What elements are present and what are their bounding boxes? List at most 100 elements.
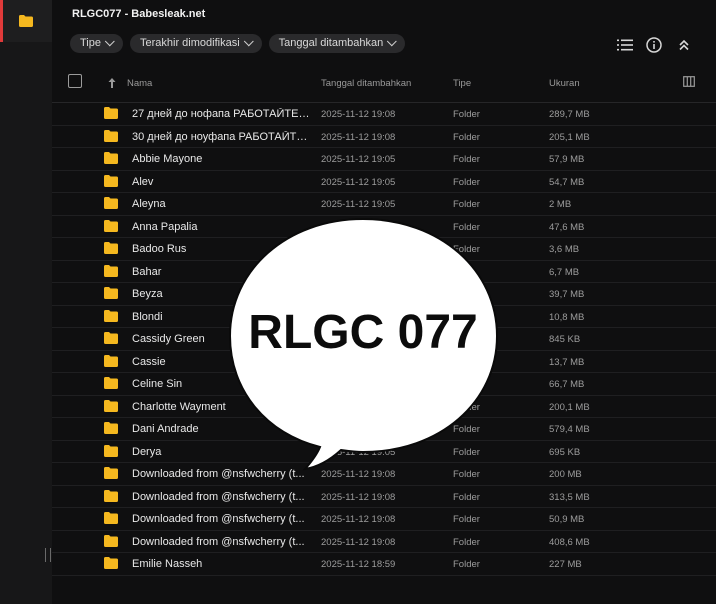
left-rail [0, 0, 52, 604]
table-row[interactable]: Aleyna 2025-11-12 19:05 Folder 2 MB [52, 193, 716, 216]
file-size: 227 MB [549, 559, 582, 570]
file-name: Emilie Nasseh [132, 558, 203, 570]
window-title: RLGC077 - Babesleak.net [72, 8, 206, 20]
file-type: Folder [453, 131, 480, 143]
file-size: 289,7 MB [549, 109, 590, 120]
file-name: Beyza [132, 288, 163, 300]
table-row[interactable]: Anna Papalia Folder 47,6 MB [52, 216, 716, 238]
file-size: 10,8 MB [549, 311, 585, 323]
file-size: 200 MB [549, 469, 582, 480]
table-row[interactable]: Badoo Rus Folder 3,6 MB [52, 238, 716, 261]
filter-modified-chip[interactable]: Terakhir dimodifikasi [130, 34, 262, 53]
file-size: 66,7 MB [549, 379, 585, 390]
table-row[interactable]: Downloaded from @nsfwcherry (t... 2025-11… [52, 486, 716, 508]
file-browser: RLGC077 - Babesleak.net Tipe Terakhir di… [52, 0, 716, 604]
table-header: Nama Tanggal ditambahkan Tipe Ukuran [52, 66, 716, 103]
folder-icon [104, 354, 118, 367]
folder-icon [104, 512, 118, 524]
file-size: 579,4 MB [549, 424, 590, 435]
folder-icon [104, 107, 118, 119]
table-row[interactable]: 27 дней до нофапа РАБОТАЙТЕ Б... 2025-11-… [52, 103, 716, 126]
info-icon[interactable] [645, 36, 663, 54]
file-size: 6,7 MB [549, 266, 580, 278]
file-size: 2 MB [549, 199, 572, 210]
table-row[interactable]: 30 дней до ноуфапа РАБОТАЙТЕ ... 2025-11-… [52, 126, 716, 148]
filter-label: Tipe [80, 37, 101, 49]
file-name: Alev [132, 175, 154, 188]
file-date: 2025-11-12 19:08 [321, 131, 396, 143]
file-name: 30 дней до ноуфапа РАБОТАЙТЕ ... [132, 130, 312, 143]
select-all-checkbox[interactable] [68, 74, 82, 88]
table-row[interactable]: Downloaded from @nsfwcherry (t... 2025-11… [52, 508, 716, 531]
file-type: Folder [453, 491, 480, 503]
column-date-header[interactable]: Tanggal ditambahkan [321, 78, 411, 89]
folder-icon [104, 219, 118, 232]
filter-label: Terakhir dimodifikasi [140, 37, 240, 49]
table-row[interactable]: Downloaded from @nsfwcherry (t... 2025-11… [52, 531, 716, 553]
rail-files-button[interactable] [0, 0, 52, 42]
file-date: 2025-11-12 18:59 [321, 559, 396, 570]
file-type: Folder [453, 446, 480, 458]
list-view-icon[interactable] [616, 36, 634, 54]
file-date: 2025-11-12 19:05 [321, 176, 396, 188]
file-date: 2025-11-12 19:08 [321, 109, 396, 120]
file-date: 2025-11-12 19:05 [321, 199, 396, 210]
table-row[interactable]: Alev 2025-11-12 19:05 Folder 54,7 MB [52, 171, 716, 193]
file-date: 2025-11-12 19:08 [321, 514, 396, 525]
folder-icon [104, 309, 118, 322]
folder-icon [104, 467, 118, 479]
table-row[interactable]: Abbie Mayone 2025-11-12 19:05 Folder 57,9 M… [52, 148, 716, 171]
file-name: Downloaded from @nsfwcherry (t... [132, 535, 305, 548]
folder-icon [104, 444, 118, 457]
table-row[interactable]: Bahar 6,7 MB [52, 261, 716, 283]
table-row[interactable]: Emilie Nasseh 2025-11-12 18:59 Folder 227 M… [52, 553, 716, 576]
file-name: Aleyna [132, 198, 166, 210]
sort-arrow-up-icon[interactable] [108, 78, 116, 88]
chevron-down-icon [387, 36, 397, 47]
file-type: Folder [453, 176, 480, 188]
folder-icon [104, 287, 118, 299]
table-row[interactable]: Derya 2025-11-12 19:05 Folder 695 KB [52, 441, 716, 463]
filter-added-chip[interactable]: Tanggal ditambahkan [268, 34, 406, 53]
file-date: 2025-11-12 19:08 [321, 536, 396, 548]
column-type-header[interactable]: Tipe [453, 78, 471, 89]
file-name: Badoo Rus [132, 243, 187, 255]
table-row[interactable]: Downloaded from @nsfwcherry (t... 2025-11… [52, 463, 716, 486]
column-name-header[interactable]: Nama [127, 78, 152, 89]
table-row[interactable]: Dani Andrade Folder 579,4 MB [52, 418, 716, 441]
folder-icon [104, 332, 118, 344]
file-name: Derya [132, 445, 162, 458]
file-size: 57,9 MB [549, 154, 585, 165]
file-type: Folder [453, 154, 480, 165]
file-size: 13,7 MB [549, 356, 585, 368]
file-name: Celine Sin [132, 378, 183, 390]
resize-handle[interactable] [45, 548, 51, 562]
folder-icon [104, 422, 118, 434]
column-size-header[interactable]: Ukuran [549, 78, 580, 89]
file-size: 47,6 MB [549, 221, 585, 233]
file-name: Abbie Mayone [132, 153, 203, 165]
file-size: 39,7 MB [549, 289, 585, 300]
file-name: Downloaded from @nsfwcherry (t... [132, 490, 305, 503]
table-row[interactable]: Charlotte Wayment Folder 200,1 MB [52, 396, 716, 418]
file-type: Folder [453, 401, 480, 413]
file-type: Folder [453, 536, 480, 548]
table-row[interactable]: Beyza 39,7 MB [52, 283, 716, 306]
filter-type-chip[interactable]: Tipe [70, 34, 123, 53]
file-name: Downloaded from @nsfwcherry (t... [132, 468, 305, 480]
folder-icon [104, 489, 118, 502]
folder-icon [104, 174, 118, 187]
file-type: Folder [453, 559, 480, 570]
file-size: 205,1 MB [549, 131, 590, 143]
table-row[interactable]: Celine Sin 66,7 MB [52, 373, 716, 396]
file-type: Folder [453, 244, 480, 255]
column-settings-icon[interactable] [683, 76, 695, 87]
bubble-text: RLGC 077 [248, 306, 478, 359]
file-size: 200,1 MB [549, 401, 590, 413]
file-date: 2025-11-12 19:05 [321, 446, 396, 458]
collapse-icon[interactable] [675, 36, 693, 54]
file-name: Bahar [132, 265, 162, 278]
file-name: Charlotte Wayment [132, 400, 226, 413]
chevron-down-icon [104, 36, 115, 47]
folder-icon [104, 399, 118, 412]
